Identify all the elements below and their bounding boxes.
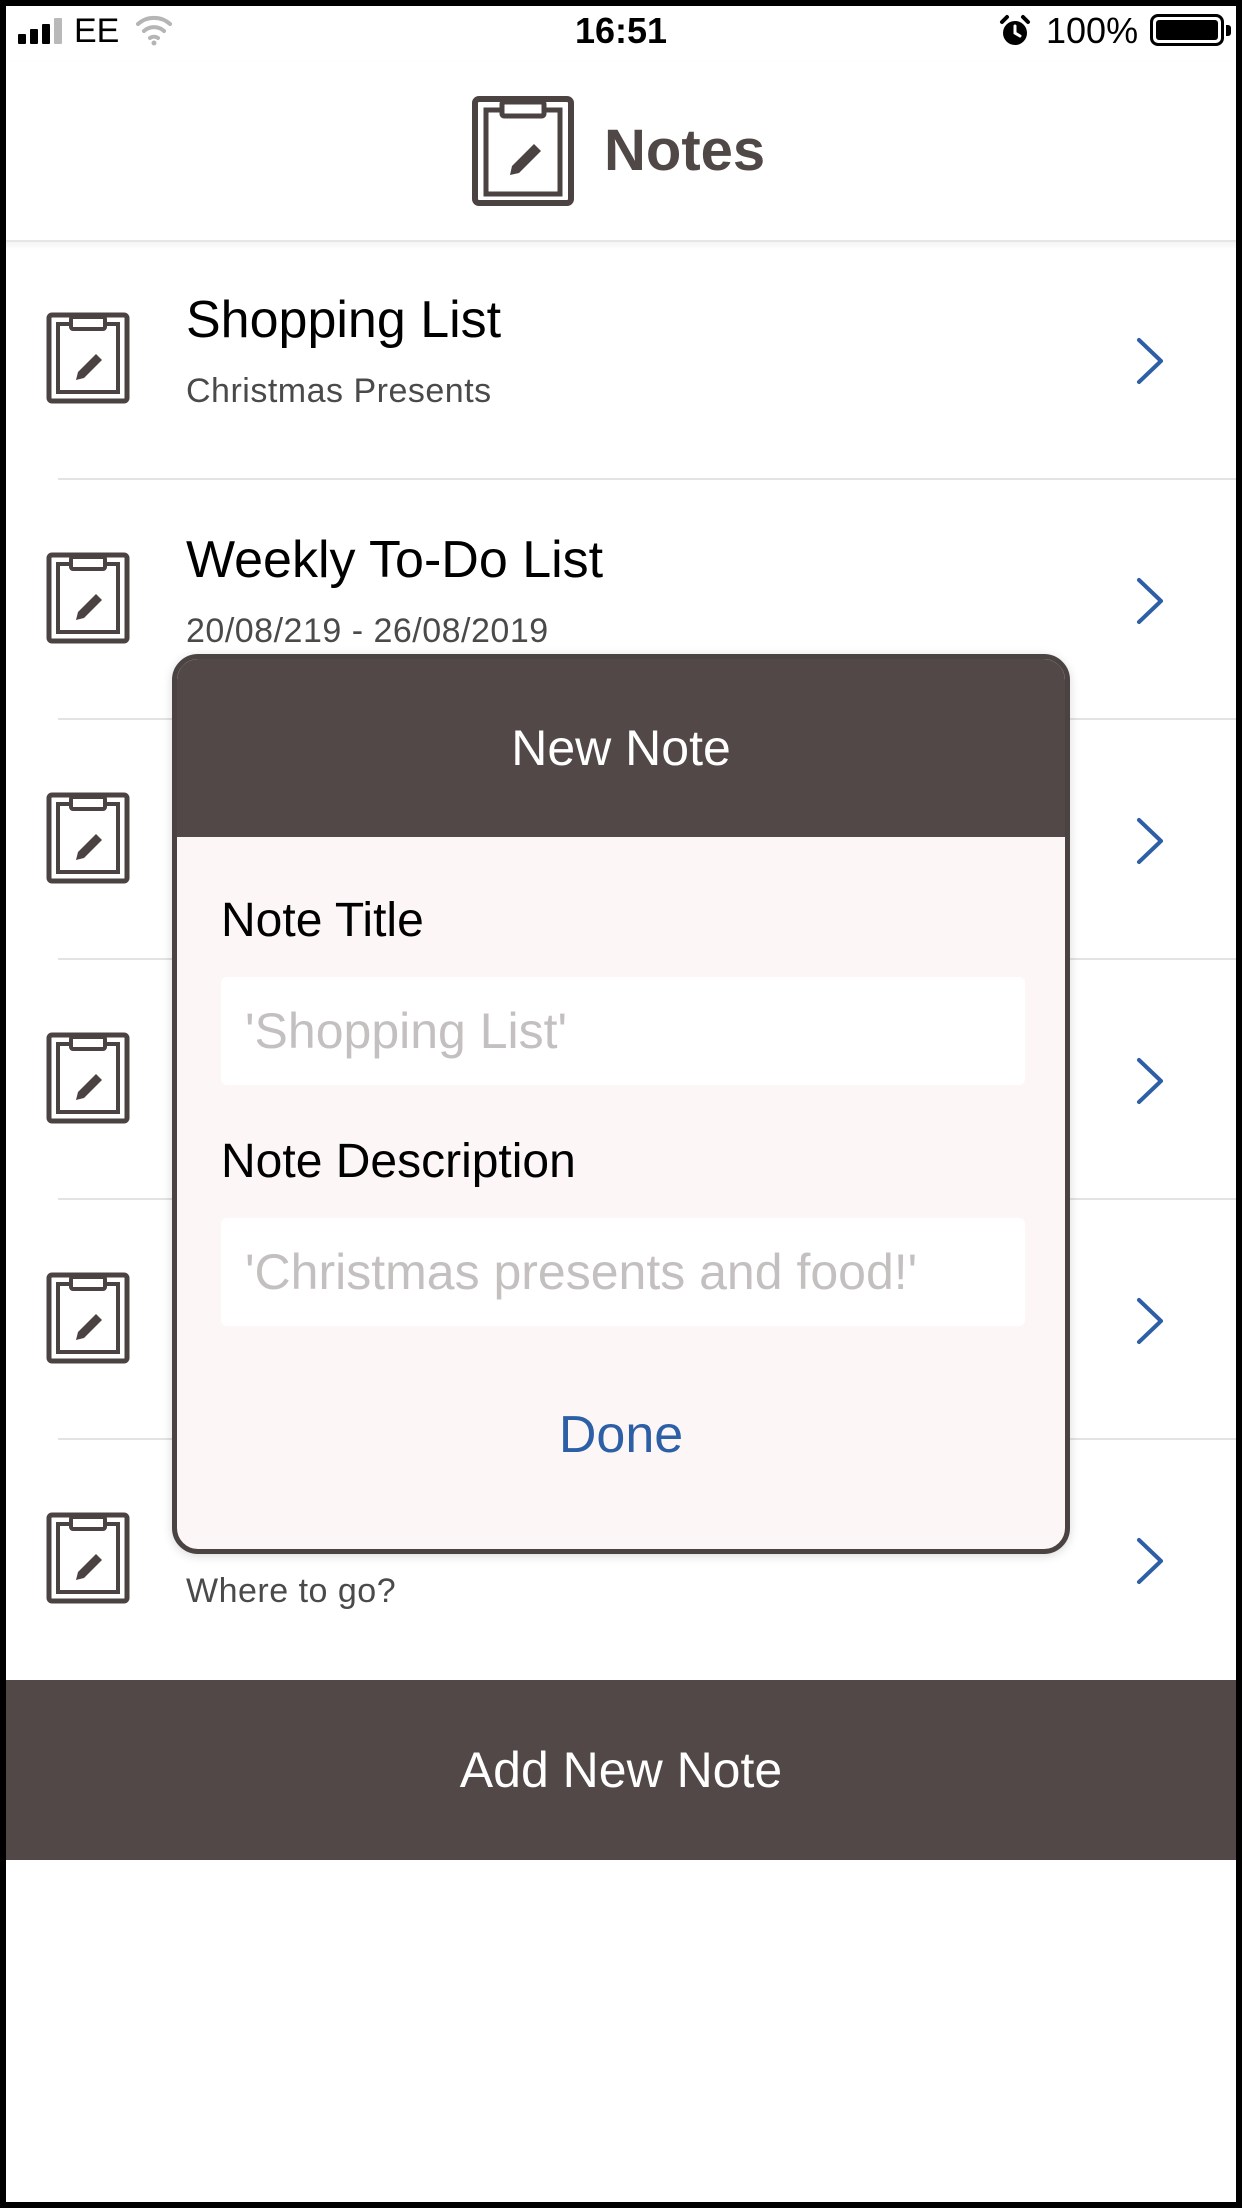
new-note-dialog: New Note Note Title Note Description Don…	[172, 654, 1070, 1554]
clipboard-edit-icon	[472, 96, 574, 206]
status-bar: EE 16:51 100%	[0, 0, 1242, 62]
chevron-right-icon[interactable]	[1134, 1056, 1166, 1106]
done-button[interactable]: Done	[177, 1405, 1065, 1465]
app-header: Notes	[0, 62, 1242, 242]
note-subtitle: 20/08/219 - 26/08/2019	[186, 612, 549, 650]
clipboard-edit-icon	[46, 1512, 130, 1604]
battery-icon	[1150, 14, 1231, 46]
clipboard-edit-icon	[46, 1032, 130, 1124]
note-description-input[interactable]	[221, 1218, 1025, 1326]
note-subtitle: Christmas Presents	[186, 372, 492, 410]
clipboard-edit-icon	[46, 1272, 130, 1364]
note-row[interactable]: Shopping List Christmas Presents	[0, 240, 1242, 480]
note-title-label: Note Title	[221, 894, 424, 947]
chevron-right-icon[interactable]	[1134, 816, 1166, 866]
dialog-title: New Note	[177, 659, 1065, 837]
clipboard-edit-icon	[46, 552, 130, 644]
chevron-right-icon[interactable]	[1134, 1536, 1166, 1586]
chevron-right-icon[interactable]	[1134, 576, 1166, 626]
clipboard-edit-icon	[46, 792, 130, 884]
battery-percent: 100%	[1046, 10, 1139, 51]
note-title-input[interactable]	[221, 977, 1025, 1085]
chevron-right-icon[interactable]	[1134, 1296, 1166, 1346]
note-title: Shopping List	[186, 291, 502, 349]
page-title: Notes	[604, 118, 766, 183]
note-title: Weekly To-Do List	[186, 531, 604, 589]
clipboard-edit-icon	[46, 312, 130, 404]
note-description-label: Note Description	[221, 1135, 576, 1188]
chevron-right-icon[interactable]	[1134, 336, 1166, 386]
note-subtitle: Where to go?	[186, 1572, 397, 1610]
add-new-note-button[interactable]: Add New Note	[6, 1680, 1236, 1860]
alarm-icon	[1000, 15, 1030, 45]
